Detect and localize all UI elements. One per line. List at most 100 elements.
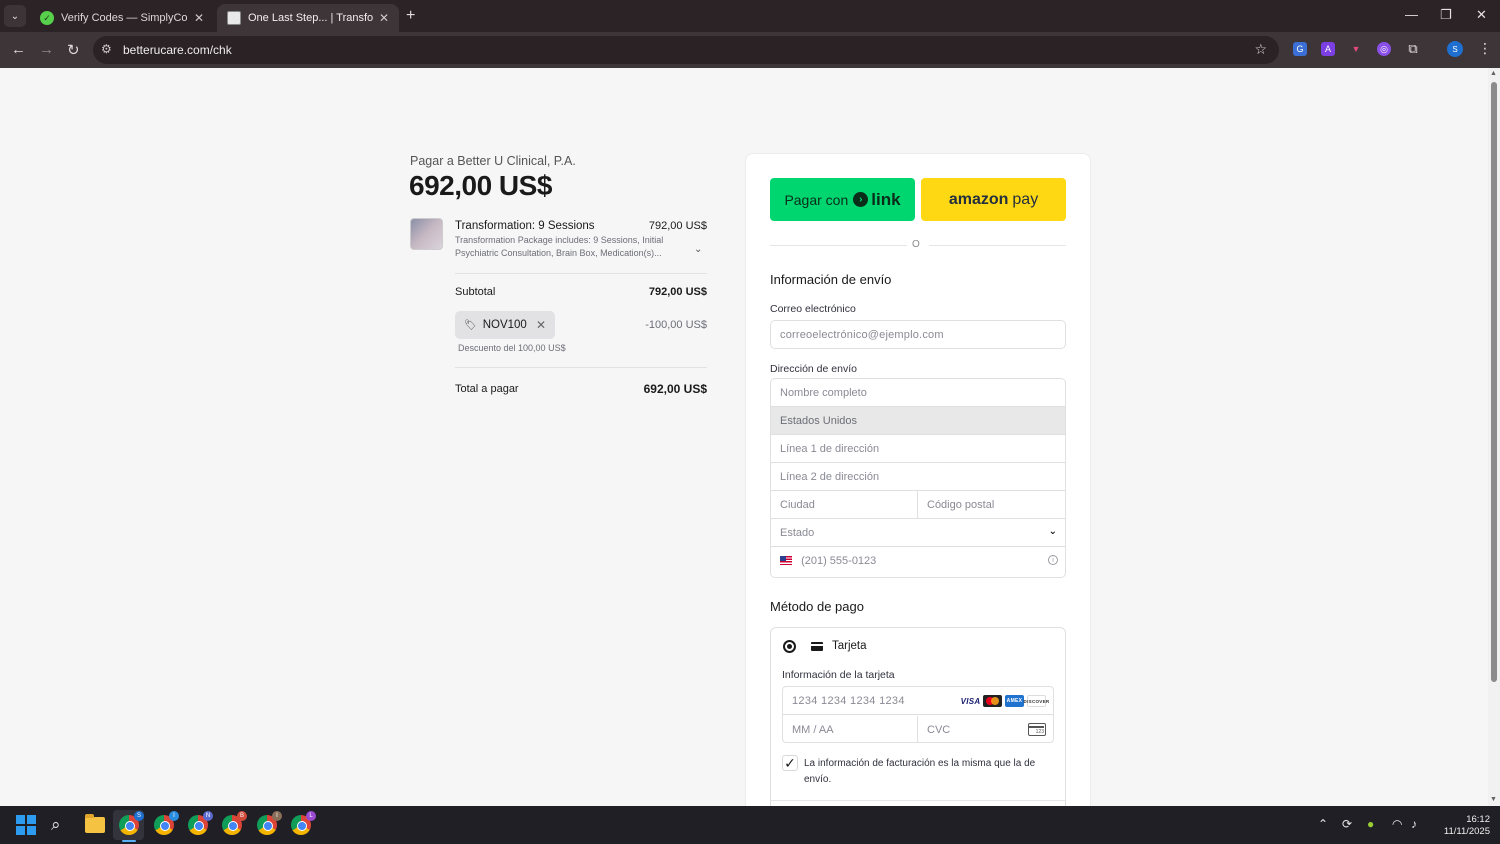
profile-badge: L — [306, 811, 316, 821]
active-app-indicator — [122, 840, 136, 842]
puzzle-icon[interactable]: ⧉ — [1406, 41, 1420, 56]
state-select[interactable]: Estado ⌄ — [771, 519, 1065, 547]
email-label: Correo electrónico — [770, 303, 856, 315]
card-radio-button[interactable] — [783, 640, 796, 653]
sync-icon[interactable]: ⟳ — [1342, 817, 1352, 831]
visa-icon: VISA — [960, 695, 981, 707]
card-option-label: Tarjeta — [832, 640, 867, 652]
link-arrow-icon: › — [853, 192, 869, 207]
checkout-page: Pagar a Better U Clinical, P.A. 692,00 U… — [0, 68, 1488, 806]
amex-icon: AMEX — [1005, 695, 1024, 707]
bookmark-star-icon[interactable]: ☆ — [1254, 41, 1267, 58]
clock-time: 16:12 — [1466, 814, 1490, 825]
close-tab-icon[interactable]: ✕ — [194, 11, 204, 25]
search-icon[interactable]: ⌕ — [51, 815, 61, 835]
discover-icon: DISCOVER — [1024, 695, 1049, 707]
card-number-input[interactable]: 1234 1234 1234 1234 VISA AMEX DISCOVER — [783, 687, 1053, 715]
billing-same-checkbox[interactable]: ✓ — [782, 755, 798, 771]
phone-placeholder: (201) 555-0123 — [801, 555, 877, 567]
card-fields: 1234 1234 1234 1234 VISA AMEX DISCOVER M… — [782, 686, 1054, 743]
close-tab-icon[interactable]: ✕ — [379, 11, 389, 25]
tab-betterucare[interactable]: One Last Step... | Transform Your ✕ — [217, 4, 399, 32]
amazon-pay-suffix: pay — [1012, 190, 1039, 208]
subtotal-label: Subtotal — [455, 286, 496, 298]
forward-icon[interactable]: → — [39, 41, 54, 58]
address-line2-input[interactable]: Línea 2 de dirección — [771, 463, 1065, 491]
site-info-icon[interactable]: ⚙ — [101, 42, 112, 56]
cvc-placeholder: CVC — [927, 724, 951, 736]
billing-same-label: La información de facturación es la mism… — [804, 758, 1036, 785]
postal-code-input[interactable]: Código postal — [918, 491, 1065, 519]
promo-discount-amount: -100,00 US$ — [645, 319, 707, 331]
chevron-up-icon[interactable]: ⌃ — [1318, 817, 1328, 831]
amazon-pay-button[interactable]: amazon pay — [921, 178, 1066, 221]
scroll-up-icon[interactable]: ▲ — [1490, 70, 1497, 77]
shipping-address-group: Nombre completo Estados Unidos Línea 1 d… — [770, 378, 1066, 578]
promo-code-chip: 🏷 NOV100 ✕ — [455, 311, 555, 339]
chrome-icon[interactable]: I — [154, 811, 179, 835]
wifi-icon[interactable]: ◠ — [1392, 817, 1402, 831]
cvc-card-icon — [1028, 723, 1046, 736]
cvc-input[interactable]: CVC — [918, 716, 1053, 742]
link-brand: link — [871, 189, 901, 209]
tag-icon[interactable]: ▼ — [1349, 42, 1363, 56]
chrome-icon[interactable]: S — [119, 811, 144, 835]
text-a-icon[interactable]: A — [1321, 42, 1335, 56]
product-name: Transformation: 9 Sessions — [455, 220, 595, 232]
back-icon[interactable]: ← — [11, 41, 26, 58]
translate-icon[interactable]: G — [1293, 42, 1307, 56]
chrome-icon[interactable]: L — [291, 811, 316, 835]
address-bar[interactable]: ⚙ betterucare.com/chk ☆ — [93, 36, 1279, 64]
mastercard-icon — [983, 695, 1002, 707]
credit-card-icon — [811, 642, 823, 651]
info-icon[interactable]: i — [1048, 555, 1058, 565]
file-explorer-icon[interactable] — [85, 814, 105, 833]
remove-promo-icon[interactable]: ✕ — [536, 318, 546, 332]
restore-icon[interactable]: ❐ — [1440, 7, 1452, 23]
clock-date: 11/11/2025 — [1443, 826, 1490, 837]
system-clock[interactable]: 16:12 11/11/2025 — [1432, 814, 1490, 838]
browser-menu-icon[interactable]: ⋮ — [1478, 40, 1492, 57]
phone-input[interactable]: (201) 555-0123 i — [771, 547, 1065, 575]
total-label: Total a pagar — [455, 383, 519, 395]
tab-strip: ⌄ ✓ Verify Codes — SimplyCodes ✕ One Las… — [0, 0, 1500, 32]
city-input[interactable]: Ciudad — [771, 491, 918, 519]
circle-app-icon[interactable]: ◎ — [1377, 42, 1391, 56]
shipping-info-title: Información de envío — [770, 272, 892, 287]
close-window-icon[interactable]: ✕ — [1476, 7, 1487, 23]
minimize-icon[interactable]: — — [1405, 7, 1418, 22]
divider — [771, 800, 1065, 801]
scrollbar-thumb[interactable] — [1491, 82, 1497, 682]
expiry-input[interactable]: MM / AA — [783, 716, 918, 742]
chrome-icon[interactable]: B — [222, 811, 247, 835]
card-number-placeholder: 1234 1234 1234 1234 — [792, 695, 905, 707]
promo-code: NOV100 — [482, 319, 527, 331]
page-scrollbar[interactable]: ▲ ▼ — [1488, 68, 1500, 806]
address-line1-input[interactable]: Línea 1 de dirección — [771, 435, 1065, 463]
tab-title: Verify Codes — SimplyCodes — [61, 12, 188, 24]
new-tab-icon[interactable]: + — [406, 7, 415, 25]
email-input[interactable]: correoelectrónico@ejemplo.com — [770, 320, 1066, 349]
tab-title: One Last Step... | Transform Your — [248, 12, 373, 24]
product-description: Transformation Package includes: 9 Sessi… — [455, 235, 664, 258]
volume-icon[interactable]: ♪ — [1411, 817, 1417, 831]
card-info-label: Información de la tarjeta — [782, 669, 895, 681]
tab-search-button[interactable]: ⌄ — [4, 5, 26, 27]
app-tray-icon[interactable]: ● — [1367, 817, 1374, 831]
full-name-input[interactable]: Nombre completo — [771, 379, 1065, 407]
windows-start-icon[interactable] — [16, 815, 36, 835]
browser-toolbar: ← → ↻ ⚙ betterucare.com/chk ☆ G A ▼ ◎ ⧉ … — [0, 32, 1500, 68]
order-total-heading: 692,00 US$ — [409, 170, 552, 201]
subtotal-value: 792,00 US$ — [648, 286, 707, 298]
profile-avatar[interactable]: S — [1447, 41, 1463, 57]
expand-chevron-icon[interactable]: ⌄ — [694, 244, 702, 255]
divider — [770, 245, 907, 246]
chrome-icon[interactable]: I — [257, 811, 282, 835]
pay-with-link-button[interactable]: Pagar con › link — [770, 178, 915, 221]
reload-icon[interactable]: ↻ — [67, 41, 80, 59]
country-select[interactable]: Estados Unidos — [771, 407, 1065, 435]
tab-simplycodes[interactable]: ✓ Verify Codes — SimplyCodes ✕ — [30, 4, 214, 32]
total-value: 692,00 US$ — [643, 382, 707, 396]
scroll-down-icon[interactable]: ▼ — [1490, 796, 1497, 803]
chrome-icon[interactable]: N — [188, 811, 213, 835]
